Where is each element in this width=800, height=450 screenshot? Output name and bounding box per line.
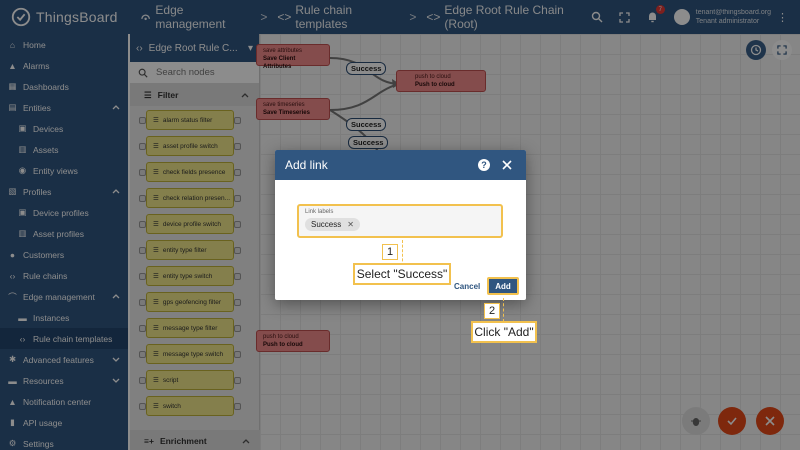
label-chip[interactable]: Success ✕ [305, 218, 360, 231]
close-icon[interactable] [502, 160, 512, 170]
help-icon[interactable]: ? [478, 159, 490, 171]
chip-remove-icon[interactable]: ✕ [347, 220, 354, 229]
callout-step-1-text: Select "Success" [353, 263, 451, 285]
add-button[interactable]: Add [487, 277, 519, 295]
callout-step-1: 1 [382, 244, 398, 260]
cancel-button[interactable]: Cancel [454, 282, 480, 291]
dialog-title: Add link [285, 158, 328, 172]
callout-connector [503, 298, 504, 322]
callout-step-2-text: Click "Add" [471, 321, 537, 343]
chip-label: Success [311, 220, 342, 229]
link-labels-field[interactable]: Link labels Success ✕ [297, 204, 503, 238]
callout-step-2: 2 [484, 303, 500, 319]
field-label: Link labels [305, 209, 334, 215]
dialog-header: Add link ? [275, 150, 526, 180]
